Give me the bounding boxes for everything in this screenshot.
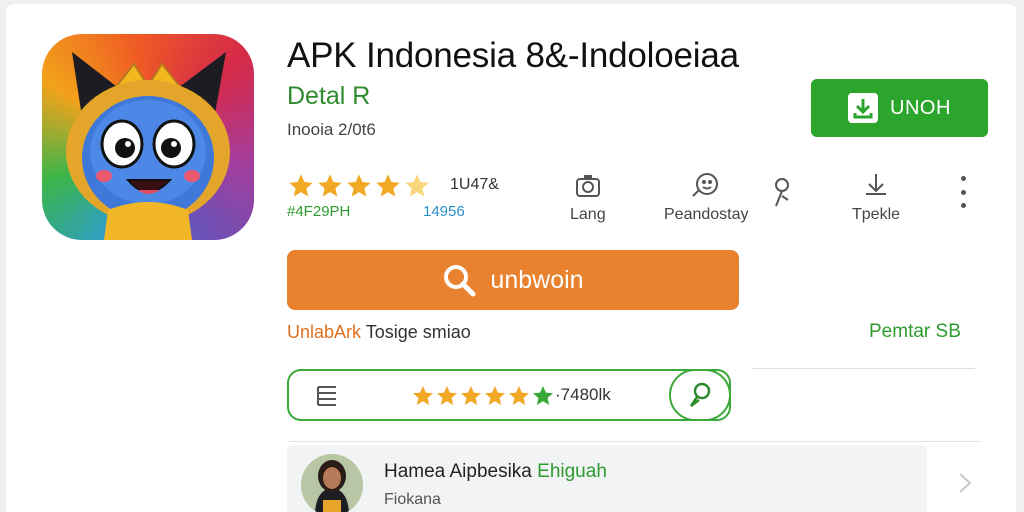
star-icon [413,386,433,405]
rating-bar[interactable]: ·7480lk [287,369,731,421]
star-icon [289,174,313,197]
install-button[interactable]: UNOH [811,79,988,137]
install-label: UNOH [890,96,951,119]
info-label: Tpekle [852,206,901,223]
divider [287,441,981,442]
divider [752,368,975,369]
rating-stars [287,172,431,200]
star-green-icon [533,386,553,405]
info-item-tpekle[interactable]: Tpekle [852,172,900,224]
rating-count: 1U47& [450,176,499,193]
reviewer-sub: Fiokana [384,491,441,508]
download-arrow-icon [852,172,900,200]
attach-icon[interactable] [770,176,794,215]
gray-link[interactable]: Tosige smiao [366,322,471,342]
star-icon [485,386,505,405]
info-item-lang[interactable]: Lang [570,172,606,224]
info-label: Lang [570,206,606,223]
app-meta: Inooia 2/0t6 [287,120,376,139]
link-row: UnlabArk Tosige smiao [287,322,471,343]
chevron-right-icon[interactable] [958,472,972,494]
star-icon [437,386,457,405]
location-icon [689,382,711,407]
reviewer-name: Hamea Aipbesika Ehiguah [384,461,607,482]
avatar [301,454,363,512]
app-title: APK Indonesia 8&-Indoloeiaa [287,36,739,75]
star-icon [318,174,342,197]
review-card[interactable]: Hamea Aipbesika Ehiguah Fiokana [287,445,927,512]
mascot-icon [66,52,230,240]
list-icon [317,386,336,406]
star-icon [347,174,371,197]
orange-link[interactable]: UnlabArk [287,322,361,342]
rating-sub-right: 14956 [423,203,465,220]
right-link[interactable]: Pemtar SB [869,321,961,343]
app-icon[interactable] [42,34,254,240]
more-options-icon[interactable] [955,176,971,208]
rating-sub-left: #4F29PH [287,203,351,220]
star-icon [461,386,481,405]
star-half-icon [405,174,429,197]
star-icon [376,174,400,197]
people-icon [664,172,749,200]
search-icon [444,265,476,297]
info-label: Peandostay [664,206,749,223]
search-button[interactable]: unbwoin [287,250,739,310]
info-item-people[interactable]: Peandostay [664,172,749,224]
download-icon [848,93,879,123]
star-icon [509,386,529,405]
rating-bar-count: ·7480lk [555,385,611,404]
search-button-label: unbwoin [490,265,584,294]
camera-icon [570,172,606,200]
developer-link[interactable]: Detal R [287,82,370,111]
location-button[interactable] [669,369,731,421]
rating-bar-stars [411,384,555,408]
